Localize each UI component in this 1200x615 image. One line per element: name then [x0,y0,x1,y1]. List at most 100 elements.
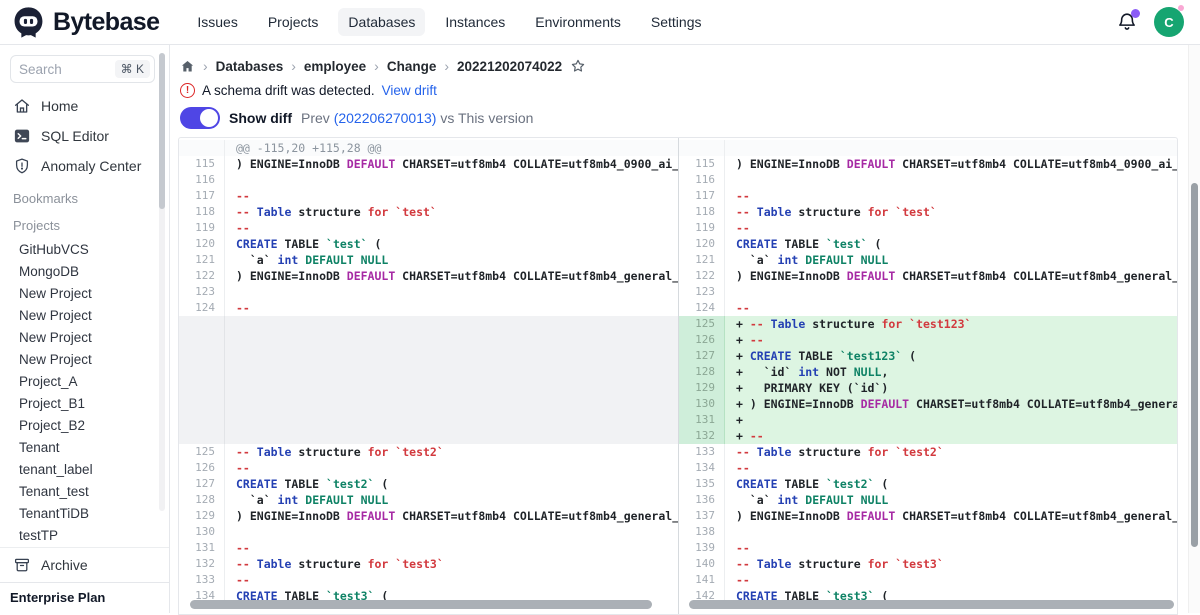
code-token: DEFAULT NULL [805,253,888,267]
sidebar-project-item[interactable]: New Project [0,305,169,327]
sidebar-project-item[interactable]: New Project [0,327,169,349]
diff-row: 135CREATE TABLE `test2` ( [679,476,1177,492]
line-number: 117 [679,188,725,204]
breadcrumb-item[interactable]: employee [304,59,366,74]
code-token: -- [236,221,250,235]
nav-item-issues[interactable]: Issues [187,8,247,36]
sidebar-project-item[interactable]: testTP [0,525,169,547]
code-token: -- [750,317,771,331]
code-token: ) ENGINE=InnoDB [750,397,861,411]
line-number: 132 [679,428,725,444]
code-line: `a` int DEFAULT NULL [225,492,678,508]
diff-versions: Prev (202206270013) vs This version [301,110,533,126]
line-number [179,396,225,412]
code-token: structure [791,205,867,219]
sidebar-item-sql-editor[interactable]: SQL Editor [0,121,169,151]
code-line [225,364,678,380]
code-token: TABLE [278,237,326,251]
diff-row [179,428,678,444]
sidebar-project-item[interactable]: GitHubVCS [0,239,169,261]
breadcrumb-item[interactable]: Change [387,59,437,74]
code-token: for [368,205,389,219]
code-token: ( [868,237,882,251]
nav-item-projects[interactable]: Projects [258,8,329,36]
diff-row: 130 [179,524,678,540]
left-horizontal-scrollbar[interactable] [190,600,652,609]
code-token: structure [291,205,367,219]
code-token: -- [236,445,257,459]
code-token: DEFAULT [847,269,895,283]
diff-row: @@ -115,20 +115,28 @@ [179,140,678,156]
line-number [179,380,225,396]
view-drift-link[interactable]: View drift [382,83,437,98]
code-token: -- [236,189,250,203]
sidebar-scrollbar-thumb[interactable] [159,53,165,209]
code-token: ( [368,237,382,251]
line-number: 127 [679,348,725,364]
sidebar-project-item[interactable]: New Project [0,349,169,371]
search-box[interactable]: ⌘ K [10,55,155,83]
sidebar-project-item[interactable]: TenantTiDB [0,503,169,525]
nav-item-instances[interactable]: Instances [435,8,515,36]
code-token: structure [791,445,867,459]
notifications-button[interactable] [1116,11,1138,33]
page-scrollbar-thumb[interactable] [1191,183,1198,547]
diff-row: 134-- [679,460,1177,476]
code-token: -- [736,541,750,555]
code-token: Table [771,317,806,331]
breadcrumb-item[interactable]: Databases [216,59,284,74]
line-number: 117 [179,188,225,204]
diff-row [679,140,1177,156]
schema-diff-panel: @@ -115,20 +115,28 @@115) ENGINE=InnoDB … [178,137,1178,615]
code-token: + [736,349,750,363]
code-token: CHARSET=utf8mb4 COLLATE=utf8mb4_general_… [909,397,1177,411]
prev-version-link[interactable]: (202206270013) [334,110,437,126]
sidebar-project-item[interactable]: MongoDB [0,261,169,283]
sidebar-item-anomaly-center[interactable]: Anomaly Center [0,151,169,181]
code-token: CREATE [736,237,778,251]
nav-item-databases[interactable]: Databases [338,8,425,36]
sidebar-project-item[interactable]: tenant_label [0,459,169,481]
code-line: -- [725,300,1177,316]
code-token: + [736,365,750,379]
nav-item-settings[interactable]: Settings [641,8,712,36]
avatar[interactable]: C [1154,7,1184,37]
diff-row: 115) ENGINE=InnoDB DEFAULT CHARSET=utf8m… [679,156,1177,172]
brand-name: Bytebase [53,8,159,37]
nav-item-environments[interactable]: Environments [525,8,631,36]
line-number: 130 [179,524,225,540]
breadcrumb-item[interactable]: 20221202074022 [457,59,562,74]
code-token: `test2` [326,477,374,491]
plan-label: Enterprise Plan [0,582,169,613]
breadcrumb-separator: › [374,58,379,74]
code-token: for [881,317,902,331]
alert-icon: ! [180,83,195,98]
line-number: 121 [679,252,725,268]
line-number: 129 [679,380,725,396]
show-diff-toggle[interactable] [180,107,220,129]
sidebar-project-item[interactable]: Project_B2 [0,415,169,437]
sidebar-project-item[interactable]: New Project [0,283,169,305]
search-input[interactable] [19,62,105,77]
code-token: int [798,365,819,379]
brand[interactable]: Bytebase [0,6,159,39]
sidebar-project-item[interactable]: Tenant_test [0,481,169,503]
diff-row: 124-- [679,300,1177,316]
code-token: for [368,557,389,571]
code-line: CREATE TABLE `test` ( [225,236,678,252]
diff-row: 127CREATE TABLE `test2` ( [179,476,678,492]
sidebar-item-archive[interactable]: Archive [0,547,169,582]
sidebar-project-item[interactable]: Tenant [0,437,169,459]
line-number: 123 [179,284,225,300]
sidebar-project-item[interactable]: Project_B1 [0,393,169,415]
diff-row: 126-- [179,460,678,476]
right-horizontal-scrollbar[interactable] [689,600,1174,609]
line-number [179,140,225,156]
sidebar-project-item[interactable]: Project_A [0,371,169,393]
star-icon[interactable] [570,58,586,74]
line-number: 118 [179,204,225,220]
sidebar-item-home[interactable]: Home [0,91,169,121]
home-icon[interactable] [180,59,195,74]
home-icon [13,97,31,115]
code-line: + `id` int NOT NULL, [725,364,1177,380]
